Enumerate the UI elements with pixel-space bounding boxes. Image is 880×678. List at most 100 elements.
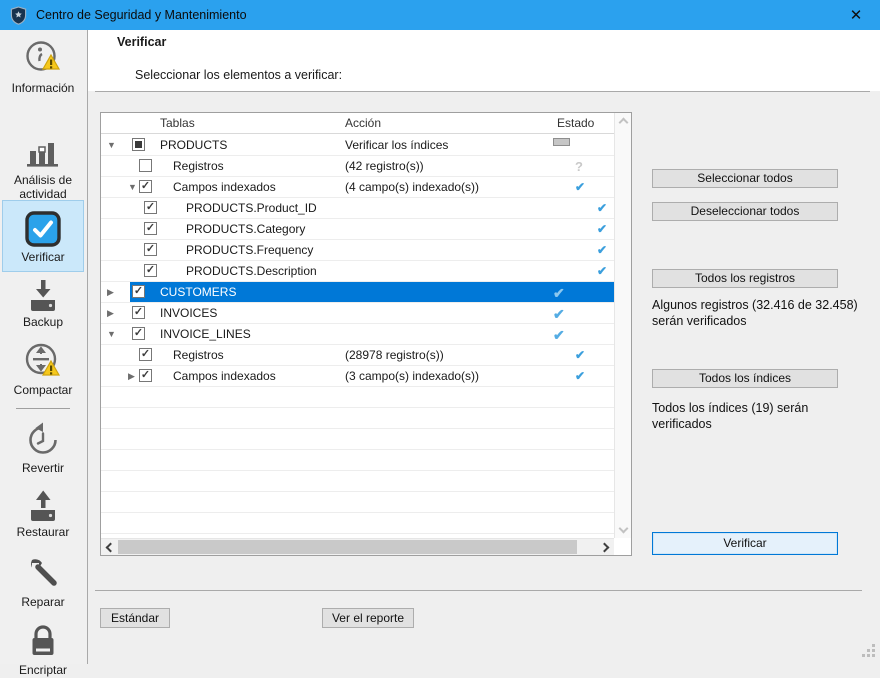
scroll-up-icon[interactable] — [619, 118, 629, 128]
view-report-button[interactable]: Ver el reporte — [322, 608, 414, 628]
table-row[interactable]: ▼✓Campos indexados(4 campo(s) indexado(s… — [101, 177, 614, 198]
row-action: (28978 registro(s)) — [345, 348, 444, 362]
row-action: (42 registro(s)) — [345, 159, 424, 173]
row-checkbox[interactable]: ✓ — [139, 348, 152, 361]
row-checkbox[interactable]: ✓ — [132, 327, 145, 340]
collapse-icon[interactable]: ▼ — [107, 140, 116, 150]
sidebar-item-informacion[interactable]: Información — [2, 38, 84, 96]
table-row[interactable]: ✓PRODUCTS.Category✔ — [101, 219, 614, 240]
deselect-all-button[interactable]: Deseleccionar todos — [652, 202, 838, 221]
row-label: PRODUCTS.Description — [186, 264, 317, 278]
empty-row — [101, 408, 614, 429]
table-row[interactable]: ✓ PRODUCTS.Product_ID ✔ — [101, 198, 614, 219]
table-row[interactable]: ▼✓INVOICE_LINES✔ — [101, 324, 614, 345]
status-check-icon: ✔ — [575, 348, 585, 362]
sidebar-label-restaurar: Restaurar — [2, 526, 84, 540]
vertical-scrollbar[interactable] — [614, 113, 631, 538]
page-title: Verificar — [117, 35, 166, 49]
collapse-icon[interactable]: ▼ — [128, 182, 137, 192]
sidebar-item-verificar[interactable]: Verificar — [2, 200, 84, 272]
sidebar-item-analisis[interactable]: Análisis de actividad — [2, 138, 84, 202]
scroll-right-icon[interactable] — [600, 543, 610, 553]
all-records-button[interactable]: Todos los registros — [652, 269, 838, 288]
select-all-button[interactable]: Seleccionar todos — [652, 169, 838, 188]
row-checkbox[interactable]: ✓ — [144, 201, 157, 214]
standard-button[interactable]: Estándar — [100, 608, 170, 628]
sidebar-label-verificar: Verificar — [3, 251, 83, 265]
sidebar-item-revertir[interactable]: Revertir — [2, 420, 84, 476]
empty-row — [101, 492, 614, 513]
sidebar-label-revertir: Revertir — [2, 462, 84, 476]
row-checkbox[interactable]: ✓ — [139, 369, 152, 382]
info-warning-icon — [21, 38, 65, 80]
sidebar: Información Análisis de actividad Verifi… — [0, 30, 88, 664]
row-label: INVOICES — [160, 306, 217, 320]
row-checkbox[interactable]: ✓ — [144, 264, 157, 277]
row-checkbox[interactable]: ✓ — [144, 243, 157, 256]
empty-row — [101, 450, 614, 471]
security-center-window: Centro de Seguridad y Mantenimiento ✕ In… — [0, 0, 880, 664]
scroll-left-icon[interactable] — [106, 543, 116, 553]
all-indexes-button[interactable]: Todos los índices — [652, 369, 838, 388]
column-header-estado: Estado — [557, 116, 594, 130]
table-row[interactable]: ▼PRODUCTSVerificar los índices — [101, 135, 614, 156]
status-check-icon: ✔ — [597, 243, 607, 257]
close-icon[interactable]: ✕ — [843, 4, 869, 26]
wrench-icon — [23, 554, 63, 594]
row-label: PRODUCTS.Product_ID — [186, 201, 317, 215]
sidebar-label-analisis: Análisis de actividad — [2, 174, 84, 202]
verify-button[interactable]: Verificar — [652, 532, 838, 555]
table-row[interactable]: ✓PRODUCTS.Frequency✔ — [101, 240, 614, 261]
status-check-icon: ✔ — [553, 285, 565, 302]
row-label: CUSTOMERS — [160, 285, 236, 299]
row-checkbox[interactable]: ✓ — [144, 222, 157, 235]
column-header-accion: Acción — [345, 116, 381, 130]
resize-grip[interactable] — [861, 643, 875, 657]
sidebar-label-reparar: Reparar — [2, 596, 84, 610]
horizontal-scroll-thumb[interactable] — [118, 540, 577, 554]
status-check-icon: ✔ — [575, 369, 585, 383]
empty-row — [101, 429, 614, 450]
table-row[interactable]: ▶✓Campos indexados(3 campo(s) indexado(s… — [101, 366, 614, 387]
sidebar-item-backup[interactable]: Backup — [2, 278, 84, 330]
row-checkbox[interactable]: ✓ — [132, 306, 145, 319]
row-checkbox[interactable] — [132, 138, 145, 151]
expand-icon[interactable]: ▶ — [107, 308, 114, 319]
sidebar-item-compactar[interactable]: Compactar — [2, 340, 84, 398]
table-row[interactable]: ✓Registros(28978 registro(s))✔ — [101, 345, 614, 366]
empty-row — [101, 387, 614, 408]
horizontal-scrollbar[interactable] — [101, 538, 614, 555]
status-check-icon: ✔ — [597, 201, 607, 215]
row-label: INVOICE_LINES — [160, 327, 251, 341]
sidebar-item-encriptar[interactable]: Encriptar — [2, 622, 84, 678]
verify-check-icon — [23, 209, 63, 249]
row-checkbox[interactable] — [139, 159, 152, 172]
compact-warning-icon — [21, 340, 65, 382]
status-check-icon: ✔ — [597, 264, 607, 278]
header-separator — [95, 91, 870, 92]
status-unknown-icon: ? — [575, 159, 583, 174]
table-row[interactable]: Registros(42 registro(s))? — [101, 156, 614, 177]
table-row[interactable]: ▶ ✓ CUSTOMERS ✔ — [101, 282, 614, 303]
row-checkbox[interactable]: ✓ — [139, 180, 152, 193]
title-bar: Centro de Seguridad y Mantenimiento ✕ — [0, 0, 880, 30]
restore-icon — [23, 486, 63, 524]
status-partial-icon — [553, 138, 570, 146]
indexes-info-text: Todos los índices (19) serán verificados — [652, 400, 862, 433]
page-subtitle: Seleccionar los elementos a verificar: — [135, 68, 342, 82]
expand-icon[interactable]: ▶ — [128, 371, 135, 382]
revert-clock-icon — [23, 420, 63, 460]
scroll-down-icon[interactable] — [619, 524, 629, 534]
bar-chart-icon — [23, 138, 63, 172]
status-check-icon: ✔ — [597, 222, 607, 236]
sidebar-item-reparar[interactable]: Reparar — [2, 554, 84, 610]
empty-row — [101, 513, 614, 534]
status-check-icon: ✔ — [553, 306, 565, 323]
table-row[interactable]: ▶ ✓ INVOICES ✔ — [101, 303, 614, 324]
collapse-icon[interactable]: ▼ — [107, 329, 116, 339]
row-checkbox[interactable]: ✓ — [132, 285, 145, 298]
sidebar-item-restaurar[interactable]: Restaurar — [2, 486, 84, 540]
expand-icon[interactable]: ▶ — [107, 287, 114, 298]
content-panel: Verificar Seleccionar los elementos a ve… — [88, 30, 880, 664]
table-row[interactable]: ✓ PRODUCTS.Description ✔ — [101, 261, 614, 282]
